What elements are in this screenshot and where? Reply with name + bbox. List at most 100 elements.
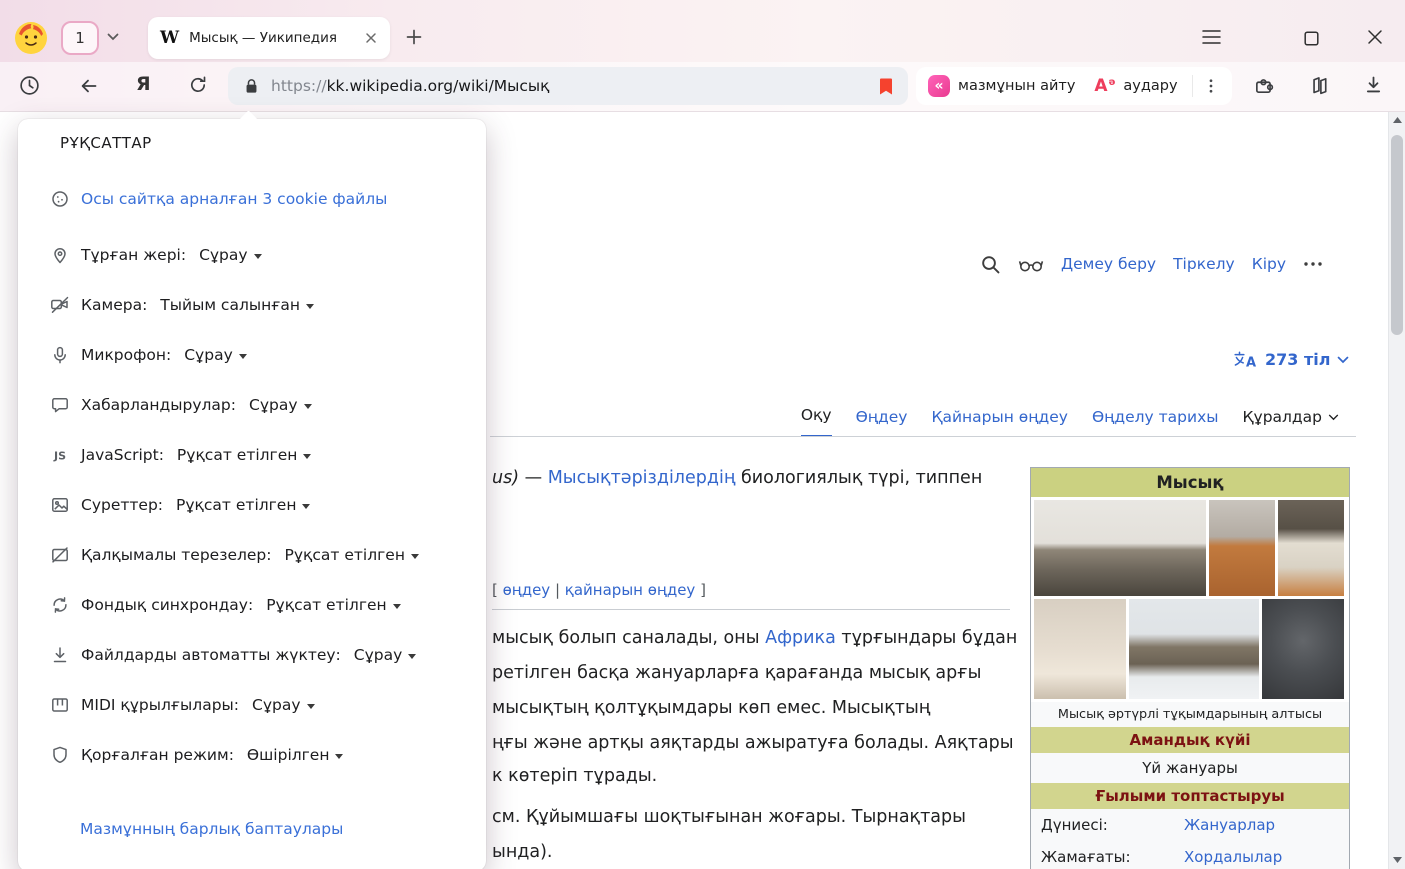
- read-aloud-icon: «: [928, 75, 950, 97]
- cat-photo[interactable]: [1209, 500, 1275, 596]
- article-link[interactable]: Мысықтәрізділердің: [548, 468, 736, 488]
- africa-link[interactable]: Африка: [765, 628, 836, 648]
- section-edit-links: [ өңдеу | қайнарын өңдеу ]: [492, 581, 706, 599]
- permission-dropdown-midi[interactable]: Сұрау: [252, 696, 315, 714]
- permission-row-background-sync: Фондық синхрондау: Рұқсат етілген: [50, 593, 401, 617]
- article-line: к көтеріп тұрады.: [492, 766, 657, 786]
- profile-avatar[interactable]: [14, 21, 48, 55]
- permission-row-microphone: Микрофон: Сұрау: [50, 343, 247, 367]
- wiki-header-actions: Демеу беру Тіркелу Кіру: [980, 250, 1323, 278]
- tab-group-chevron-icon[interactable]: [107, 33, 119, 41]
- cat-photo[interactable]: [1034, 500, 1206, 596]
- permission-dropdown-popups[interactable]: Рұқсат етілген: [285, 546, 419, 564]
- sync-icon: [50, 595, 70, 615]
- permission-dropdown-notifications[interactable]: Сұрау: [249, 396, 312, 414]
- download-icon[interactable]: [1363, 74, 1384, 95]
- location-icon: [50, 245, 70, 265]
- tab-group-count: 1: [75, 29, 85, 47]
- permission-dropdown-microphone[interactable]: Сұрау: [184, 346, 247, 364]
- tab-history[interactable]: Өңделу тарихы: [1092, 408, 1219, 437]
- history-icon[interactable]: [18, 74, 41, 97]
- scrollbar-thumb[interactable]: [1391, 135, 1403, 335]
- all-content-settings-link[interactable]: Мазмұнның барлық баптаулары: [80, 819, 343, 838]
- scrollbar-down-icon[interactable]: [1393, 857, 1402, 863]
- window-maximize-icon[interactable]: [1304, 31, 1319, 46]
- chevron-down-icon: [335, 754, 343, 759]
- permission-row-location: Тұрған жері: Сұрау: [50, 243, 262, 267]
- login-link[interactable]: Кіру: [1252, 255, 1286, 273]
- appearance-glasses-icon[interactable]: [1018, 256, 1044, 273]
- tab-edit-source[interactable]: Қайнарын өңдеу: [931, 408, 1068, 437]
- permission-dropdown-location[interactable]: Сұрау: [199, 246, 262, 264]
- refresh-button[interactable]: [188, 75, 208, 95]
- address-bar[interactable]: https://kk.wikipedia.org/wiki/Мысық: [228, 67, 908, 105]
- midi-icon: [50, 695, 70, 715]
- cat-photo[interactable]: [1278, 500, 1344, 596]
- donate-link[interactable]: Демеу беру: [1061, 255, 1156, 273]
- back-button[interactable]: [79, 76, 99, 96]
- chevron-down-icon: [1337, 356, 1349, 364]
- read-aloud-button[interactable]: « мазмұнын айту: [928, 75, 1075, 97]
- tab-tools[interactable]: Құралдар: [1243, 408, 1339, 437]
- window-menu-icon[interactable]: [1202, 29, 1221, 45]
- translate-button[interactable]: Aә аудару: [1094, 78, 1177, 95]
- chevron-down-icon: [306, 304, 314, 309]
- tab-close-icon[interactable]: [364, 31, 378, 45]
- chevron-down-icon: [304, 404, 312, 409]
- scrollbar-up-icon[interactable]: [1393, 117, 1402, 123]
- chevron-down-icon: [307, 704, 315, 709]
- permission-dropdown-background-sync[interactable]: Рұқсат етілген: [266, 596, 400, 614]
- permission-dropdown-images[interactable]: Рұқсат етілген: [176, 496, 310, 514]
- new-tab-button[interactable]: [404, 27, 424, 47]
- collections-icon[interactable]: [1309, 74, 1331, 96]
- svg-text:JS: JS: [53, 450, 66, 463]
- language-icon: A: [1233, 350, 1258, 369]
- bookmark-flag-icon[interactable]: [878, 77, 894, 96]
- permission-row-midi: MIDI құрылғылары: Сұрау: [50, 693, 315, 717]
- svg-text:A: A: [1246, 356, 1256, 370]
- permission-dropdown-javascript[interactable]: Рұқсат етілген: [177, 446, 311, 464]
- chevron-down-icon: [303, 454, 311, 459]
- yandex-search-button[interactable]: Я: [136, 73, 151, 95]
- permission-dropdown-protected-mode[interactable]: Өшірілген: [247, 746, 344, 764]
- cat-photo[interactable]: [1262, 599, 1344, 699]
- tab-read[interactable]: Оқу: [801, 406, 832, 437]
- window-close-icon[interactable]: [1367, 29, 1383, 45]
- scrollbar[interactable]: [1388, 111, 1405, 869]
- divider: [1192, 75, 1193, 97]
- permission-row-auto-download: Файлдарды автоматты жүктеу: Сұрау: [50, 643, 416, 667]
- tabs-divider: [490, 436, 1356, 437]
- permission-dropdown-auto-download[interactable]: Сұрау: [354, 646, 417, 664]
- chevron-down-icon: [411, 554, 419, 559]
- status-value: Үй жануары: [1031, 753, 1349, 783]
- taxon-link[interactable]: Хордалылар: [1184, 848, 1282, 866]
- cat-photo[interactable]: [1034, 599, 1126, 699]
- cat-photo[interactable]: [1129, 599, 1259, 699]
- permission-row-popups: Қалқымалы терезелер: Рұқсат етілген: [50, 543, 419, 567]
- browser-chrome: 1 W Мысық — Уикипедия: [0, 0, 1405, 112]
- permissions-popup: РҰҚСАТТАР Осы сайтқа арналған 3 cookie ф…: [18, 119, 486, 869]
- lock-icon[interactable]: [242, 77, 261, 96]
- permissions-title: РҰҚСАТТАР: [60, 134, 152, 152]
- article-line: us) — Мысықтәрізділердің биологиялық түр…: [492, 468, 982, 488]
- edit-source-section-link[interactable]: қайнарын өңдеу: [565, 581, 696, 599]
- more-menu-icon[interactable]: [1303, 261, 1323, 267]
- browser-tab[interactable]: W Мысық — Уикипедия: [148, 17, 390, 59]
- language-selector-button[interactable]: A 273 тіл: [1233, 350, 1349, 369]
- taxon-link[interactable]: Жануарлар: [1184, 816, 1275, 834]
- wikipedia-favicon: W: [160, 28, 179, 48]
- article-line: ретілген басқа жануарларға қарағанда мыс…: [492, 663, 981, 683]
- taxonomy-row: Жамағаты: Хордалылар: [1031, 841, 1349, 869]
- permission-dropdown-camera[interactable]: Тыйым салынған: [160, 296, 314, 314]
- tab-edit[interactable]: Өңдеу: [856, 408, 908, 437]
- images-icon: [50, 495, 70, 515]
- toolbar-kebab-icon[interactable]: [1202, 77, 1220, 95]
- browser-window: 1 W Мысық — Уикипедия: [0, 0, 1405, 869]
- cookies-link[interactable]: Осы сайтқа арналған 3 cookie файлы: [81, 190, 387, 208]
- register-link[interactable]: Тіркелу: [1173, 255, 1235, 273]
- search-icon[interactable]: [980, 254, 1001, 275]
- extensions-icon[interactable]: [1253, 74, 1275, 96]
- edit-section-link[interactable]: өңдеу: [503, 581, 551, 599]
- tab-group-badge[interactable]: 1: [61, 21, 99, 55]
- article-line: см. Құйымшағы шоқтығынан жоғары. Тырнақт…: [492, 807, 966, 827]
